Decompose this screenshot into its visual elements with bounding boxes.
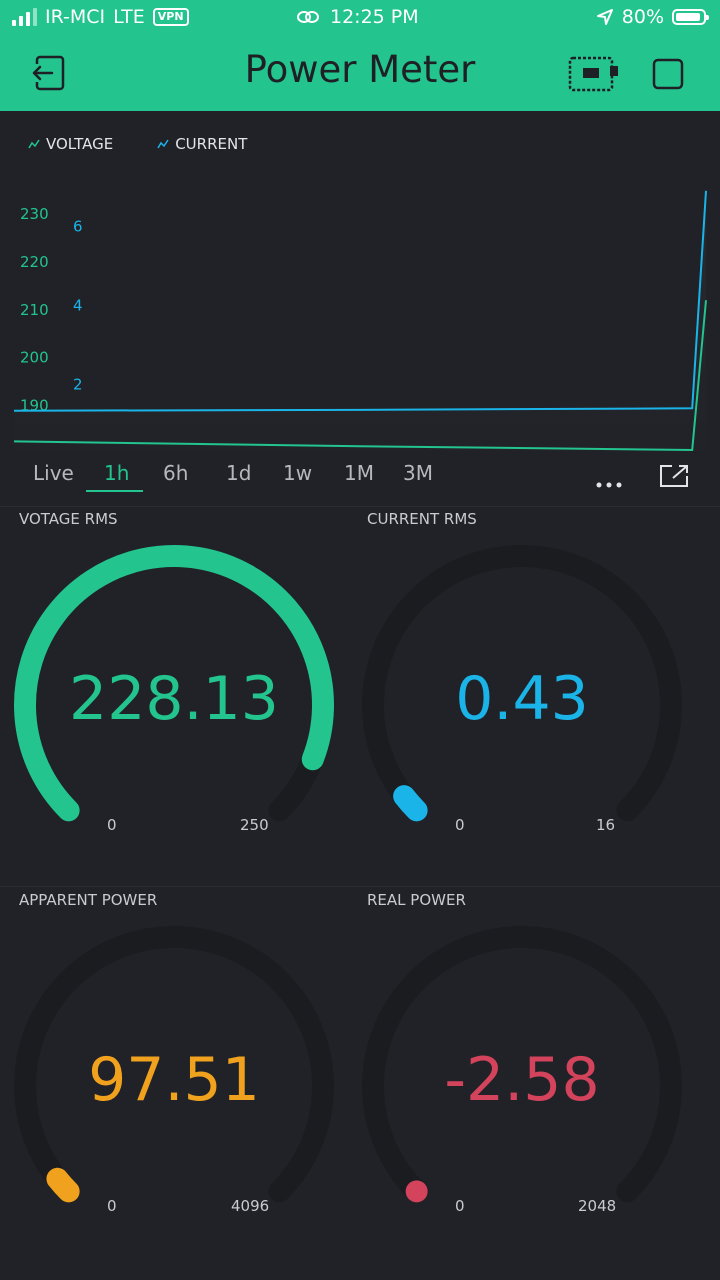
gauge-max: 16 [596, 816, 616, 834]
tab-6h[interactable]: 6h [163, 461, 188, 485]
tab-1m[interactable]: 1M [344, 461, 374, 485]
divider [0, 886, 720, 887]
carrier: IR-MCI [45, 6, 106, 28]
tab-1h[interactable]: 1h [104, 461, 129, 485]
legend-label: CURRENT [175, 135, 248, 153]
external-open-icon [660, 465, 688, 487]
gauge-max: 4096 [231, 1197, 270, 1215]
link-icon [297, 11, 319, 23]
gauge-min: 0 [455, 816, 465, 834]
gauge-label: REAL POWER [367, 891, 466, 909]
tab-1w[interactable]: 1w [283, 461, 312, 485]
divider [0, 506, 720, 507]
gauge-real-power[interactable]: REAL POWER -2.58 0 2048 [348, 891, 696, 1261]
gauge-current-rms[interactable]: CURRENT RMS 0.43 0 16 [348, 510, 696, 880]
active-tab-indicator [86, 490, 143, 492]
chart-panel: VOLTAGE CURRENT 230 220 210 200 190 6 4 2 [0, 111, 720, 511]
status-bar: IR-MCI LTE VPN 12:25 PM 80% [0, 0, 720, 36]
more-options-button[interactable] [596, 473, 622, 492]
gauge-progress [46, 1167, 80, 1203]
battery-percent: 80% [621, 6, 664, 28]
series-line-current [13, 190, 707, 412]
clock: 12:25 PM [330, 6, 419, 28]
gauge-voltage-rms[interactable]: VOTAGE RMS 228.13 0 250 [0, 510, 348, 880]
gauge-value: 228.13 [69, 664, 279, 734]
line-chart-icon [157, 139, 169, 149]
gauge-progress [405, 1180, 428, 1203]
tab-live[interactable]: Live [33, 461, 74, 485]
gauge-value: 0.43 [455, 664, 589, 734]
y-tick-right: 2 [73, 376, 83, 394]
gauge-min: 0 [107, 1197, 117, 1215]
location-arrow-icon [596, 9, 613, 25]
legend-voltage[interactable]: VOLTAGE [28, 135, 113, 153]
y-tick-right: 4 [73, 296, 83, 314]
legend-label: VOLTAGE [46, 135, 114, 153]
device-button[interactable] [568, 56, 620, 96]
series-area-fill [14, 190, 706, 452]
stop-square-icon [652, 58, 684, 90]
gauge-apparent-power[interactable]: APPARENT POWER 97.51 0 4096 [0, 891, 348, 1261]
y-tick-left: 230 [20, 205, 49, 223]
tab-3m[interactable]: 3M [403, 461, 433, 485]
gauge-label: VOTAGE RMS [19, 510, 118, 528]
gauge-value: 97.51 [88, 1045, 260, 1115]
signal-icon [12, 8, 37, 26]
gauge-label: CURRENT RMS [367, 510, 477, 528]
gauge-max: 250 [240, 816, 269, 834]
tab-1d[interactable]: 1d [226, 461, 251, 485]
line-chart-icon [28, 139, 40, 149]
gauge-label: APPARENT POWER [19, 891, 158, 909]
y-tick-right: 6 [73, 217, 83, 235]
gauge-min: 0 [107, 816, 117, 834]
legend-current[interactable]: CURRENT [157, 135, 247, 153]
y-tick-left: 190 [20, 397, 49, 415]
fullscreen-button[interactable] [659, 464, 689, 492]
battery-icon [672, 9, 709, 25]
gauge-progress [393, 785, 428, 822]
app-header: Power Meter [0, 36, 720, 111]
vpn-badge: VPN [152, 8, 189, 26]
more-dots-icon [596, 482, 622, 488]
y-tick-left: 220 [20, 253, 49, 271]
device-board-icon [568, 56, 618, 92]
stop-button[interactable] [652, 58, 684, 94]
chart-legend: VOLTAGE CURRENT [28, 135, 247, 153]
time-range-tabs: Live 1h 6h 1d 1w 1M 3M [0, 453, 720, 499]
network-type: LTE [113, 6, 145, 28]
y-tick-left: 200 [20, 349, 49, 367]
y-tick-left: 210 [20, 301, 49, 319]
gauge-value: -2.58 [444, 1045, 600, 1115]
gauge-max: 2048 [578, 1197, 617, 1215]
gauge-min: 0 [455, 1197, 465, 1215]
